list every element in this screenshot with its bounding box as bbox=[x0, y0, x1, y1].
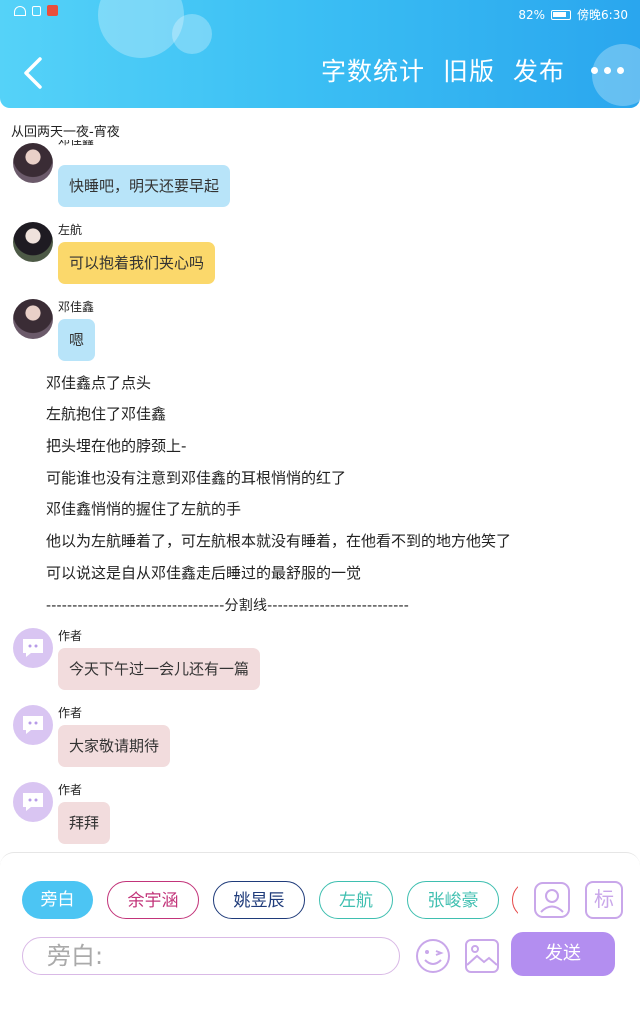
character-chip-narrator[interactable]: 旁白 bbox=[22, 881, 93, 919]
avatar[interactable] bbox=[13, 299, 53, 339]
author-avatar-icon[interactable] bbox=[13, 705, 53, 745]
narration-line[interactable]: 左航抱住了邓佳鑫 bbox=[46, 403, 166, 424]
wifi-icon bbox=[14, 5, 26, 16]
send-button[interactable]: 发送 bbox=[511, 932, 615, 976]
character-chip[interactable] bbox=[512, 881, 518, 919]
battery-icon bbox=[551, 9, 572, 20]
narration-line[interactable]: 邓佳鑫点了点头 bbox=[46, 372, 151, 393]
author-avatar-icon[interactable] bbox=[13, 782, 53, 822]
message-bubble[interactable]: 嗯 bbox=[58, 319, 96, 361]
battery-percent: 82% bbox=[518, 7, 546, 22]
app-notification-icon bbox=[47, 5, 58, 16]
status-bar: 82% 傍晚6:30 bbox=[0, 0, 640, 26]
message-bubble[interactable]: 拜拜 bbox=[58, 802, 111, 844]
message-bubble[interactable]: 可以抱着我们夹心吗 bbox=[58, 242, 216, 284]
character-manage-icon[interactable] bbox=[533, 881, 571, 919]
narration-line[interactable]: 可以说这是自从邓佳鑫走后睡过的最舒服的一觉 bbox=[46, 562, 361, 583]
more-icon[interactable] bbox=[591, 66, 624, 74]
publish-button[interactable]: 发布 bbox=[513, 52, 565, 88]
narration-line[interactable]: 他以为左航睡着了，可左航根本就没有睡着，在他看不到的地方他笑了 bbox=[46, 530, 511, 551]
speaker-name: 作者 bbox=[58, 706, 83, 720]
speaker-name: 作者 bbox=[58, 629, 83, 643]
compose-panel: 旁白 余宇涵 姚昱辰 左航 张峻豪 标 旁白: 发送 bbox=[0, 852, 640, 1025]
avatar[interactable] bbox=[13, 222, 53, 262]
mark-button[interactable]: 标 bbox=[585, 881, 623, 919]
image-icon[interactable] bbox=[463, 937, 501, 975]
speaker-name: 左航 bbox=[58, 223, 83, 237]
mark-label: 标 bbox=[594, 887, 614, 911]
avatar[interactable] bbox=[13, 143, 53, 183]
narration-line[interactable]: 邓佳鑫悄悄的握住了左航的手 bbox=[46, 498, 241, 519]
speaker-name: 邓佳鑫 bbox=[58, 140, 95, 147]
message-bubble[interactable]: 大家敬请期待 bbox=[58, 725, 171, 767]
old-version-button[interactable]: 旧版 bbox=[443, 52, 495, 88]
chat-area[interactable]: 邓佳鑫 快睡吧，明天还要早起 左航 可以抱着我们夹心吗 邓佳鑫 嗯 邓佳鑫点了点… bbox=[0, 140, 640, 850]
character-chip[interactable]: 余宇涵 bbox=[107, 881, 199, 919]
narration-line[interactable]: 可能谁也没有注意到邓佳鑫的耳根悄悄的红了 bbox=[46, 467, 346, 488]
chapter-title: 从回两天一夜-宵夜 bbox=[11, 125, 120, 140]
speaker-name: 邓佳鑫 bbox=[58, 300, 95, 314]
top-app-bar: 82% 傍晚6:30 字数统计 旧版 发布 bbox=[0, 0, 640, 108]
character-chip[interactable]: 左航 bbox=[319, 881, 393, 919]
character-chip[interactable]: 姚昱辰 bbox=[213, 881, 305, 919]
hourglass-icon bbox=[32, 5, 41, 16]
speaker-name: 作者 bbox=[58, 783, 83, 797]
message-bubble[interactable]: 今天下午过一会儿还有一篇 bbox=[58, 648, 261, 690]
message-bubble[interactable]: 快睡吧，明天还要早起 bbox=[58, 165, 231, 207]
word-count-button[interactable]: 字数统计 bbox=[321, 52, 425, 88]
author-avatar-icon[interactable] bbox=[13, 628, 53, 668]
back-arrow-icon[interactable] bbox=[20, 55, 48, 91]
character-chip[interactable]: 张峻豪 bbox=[407, 881, 499, 919]
narration-line[interactable]: 把头埋在他的脖颈上- bbox=[46, 435, 186, 456]
section-divider: ----------------------------------分割线---… bbox=[46, 598, 409, 614]
message-input[interactable]: 旁白: bbox=[22, 937, 400, 975]
character-selector[interactable]: 旁白 余宇涵 姚昱辰 左航 张峻豪 bbox=[22, 881, 518, 921]
emoji-icon[interactable] bbox=[414, 937, 452, 975]
clock: 傍晚6:30 bbox=[577, 8, 628, 22]
